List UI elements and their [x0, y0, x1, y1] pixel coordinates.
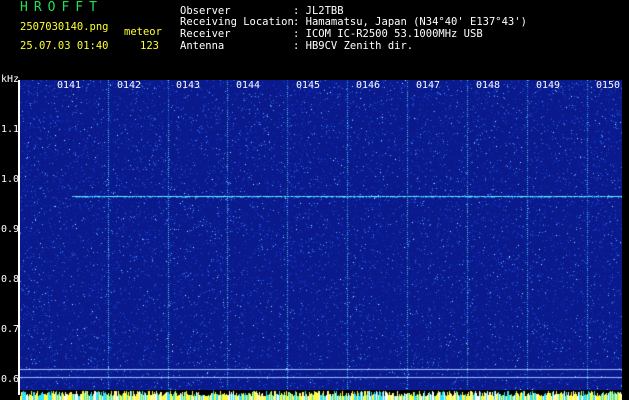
time-label: 0142: [117, 80, 142, 91]
filename: 2507030140.png: [20, 21, 109, 33]
time-label: 0149: [536, 80, 561, 91]
location-label: Receiving Location: [180, 16, 294, 28]
y-unit-label: kHz: [1, 74, 20, 85]
y-tick-label: 1.1: [1, 124, 20, 135]
location-value: : Hamamatsu, Japan (N34°40' E137°43'): [293, 16, 527, 28]
time-label: 0141: [57, 80, 82, 91]
y-tick-label: 1.0: [1, 174, 20, 185]
time-label: 0144: [236, 80, 261, 91]
spectrogram-noise: [20, 80, 622, 390]
receiver-label: Receiver: [180, 28, 231, 40]
time-label: 0146: [356, 80, 381, 91]
time-label: 0147: [416, 80, 441, 91]
y-tick-label: 0.9: [1, 224, 20, 235]
time-label: 0150: [596, 80, 621, 91]
signal-level-strip: [20, 390, 622, 400]
time-label: 0143: [176, 80, 201, 91]
antenna-label: Antenna: [180, 40, 225, 52]
hrofft-window: HROFFT 2507030140.png 25.07.03 01:40 met…: [0, 0, 629, 400]
spectrogram-plot: [20, 80, 622, 390]
app-title: HROFFT: [20, 0, 103, 15]
event-type: meteor: [124, 26, 162, 38]
datetime: 25.07.03 01:40: [20, 40, 109, 52]
time-label: 0145: [296, 80, 321, 91]
y-tick-label: 0.7: [1, 324, 20, 335]
receiver-value: : ICOM IC-R2500 53.1000MHz USB: [293, 28, 483, 40]
y-tick-label: 0.6: [1, 374, 20, 385]
antenna-value: : HB9CV Zenith dir.: [293, 40, 414, 52]
y-tick-label: 0.8: [1, 274, 20, 285]
time-label: 0148: [476, 80, 501, 91]
event-count: 123: [140, 40, 159, 52]
